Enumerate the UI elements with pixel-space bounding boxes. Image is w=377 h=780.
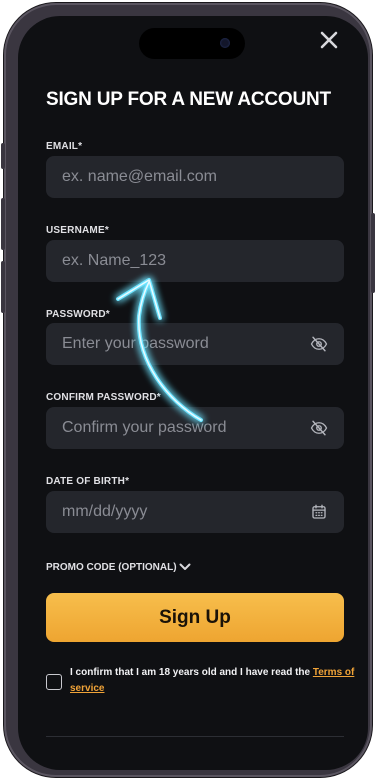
age-confirm-checkbox[interactable] <box>46 674 62 690</box>
dob-field[interactable]: mm/dd/yyyy <box>46 491 344 533</box>
dob-label: DATE OF BIRTH* <box>46 476 130 487</box>
divider <box>46 736 344 737</box>
confirm-password-field[interactable]: Confirm your password <box>46 407 344 449</box>
consent-text: I confirm that I am 18 years old and I h… <box>70 665 360 697</box>
email-placeholder: ex. name@email.com <box>62 168 217 185</box>
page-title: SIGN UP FOR A NEW ACCOUNT <box>46 89 331 110</box>
eye-off-icon[interactable] <box>310 419 328 437</box>
email-field[interactable]: ex. name@email.com <box>46 156 344 198</box>
email-label: EMAIL* <box>46 141 83 152</box>
phone-volume-up <box>1 198 5 250</box>
dynamic-island <box>139 28 245 59</box>
password-label: PASSWORD* <box>46 309 110 320</box>
promo-code-toggle-label[interactable]: PROMO CODE (OPTIONAL) <box>46 562 177 573</box>
phone-power-button <box>371 213 375 293</box>
username-field[interactable]: ex. Name_123 <box>46 240 344 282</box>
confirm-password-placeholder: Confirm your password <box>62 419 227 436</box>
chevron-down-icon[interactable] <box>178 560 192 574</box>
calendar-icon[interactable] <box>310 503 328 521</box>
password-field[interactable]: Enter your password <box>46 323 344 365</box>
confirm-password-label: CONFIRM PASSWORD* <box>46 392 161 403</box>
password-placeholder: Enter your password <box>62 335 209 352</box>
consent-label: I confirm that I am 18 years old and I h… <box>70 667 311 678</box>
camera-icon <box>220 38 230 48</box>
phone-frame: SIGN UP FOR A NEW ACCOUNT EMAIL* ex. nam… <box>1 3 375 777</box>
signup-screen: SIGN UP FOR A NEW ACCOUNT EMAIL* ex. nam… <box>18 16 368 770</box>
username-placeholder: ex. Name_123 <box>62 252 167 269</box>
close-icon[interactable] <box>317 28 341 52</box>
dob-placeholder: mm/dd/yyyy <box>62 503 148 520</box>
eye-off-icon[interactable] <box>310 335 328 353</box>
phone-volume-down <box>1 261 5 313</box>
phone-side-button <box>1 143 5 169</box>
username-label: USERNAME* <box>46 225 109 236</box>
sign-up-button[interactable]: Sign Up <box>46 593 344 642</box>
